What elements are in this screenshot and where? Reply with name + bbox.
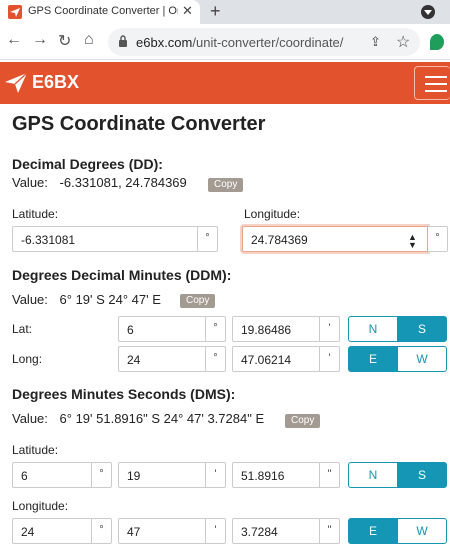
dms-lat-degree-addon: ° [92, 462, 112, 488]
browser-tabstrip: GPS Coordinate Converter | Onlin ✕ + [0, 0, 450, 24]
ddm-section-title: Degrees Decimal Minutes (DDM): [12, 267, 232, 283]
dd-latitude-label: Latitude: [12, 207, 59, 221]
new-tab-icon[interactable]: + [210, 1, 221, 22]
dms-lat-second-addon: " [320, 462, 340, 488]
ddm-long-minute-addon: ' [320, 346, 340, 372]
dd-value-label: Value: [12, 175, 48, 190]
menu-bar-icon [425, 90, 447, 92]
site-logo-text[interactable]: E6BX [32, 72, 79, 93]
ddm-long-minutes-input[interactable]: 47.06214 [232, 346, 320, 372]
ddm-long-degree-addon: ° [206, 346, 226, 372]
site-favicon-icon [8, 5, 22, 19]
dms-lon-degree-addon: ° [92, 518, 112, 544]
ddm-lat-degree-addon: ° [206, 316, 226, 342]
dms-west-toggle[interactable]: W [397, 518, 447, 544]
browser-toolbar: ← → ↻ ⌂ e6bx.com/unit-converter/coordina… [0, 24, 450, 60]
share-icon[interactable]: ⇪ [370, 34, 381, 50]
site-header: E6BX [0, 62, 450, 104]
dd-copy-button[interactable]: Copy [208, 178, 244, 192]
ddm-long-degrees-input[interactable]: 24 [118, 346, 206, 372]
page-title: GPS Coordinate Converter [12, 113, 266, 135]
home-icon[interactable]: ⌂ [84, 31, 94, 49]
dms-lon-second-addon: " [320, 518, 340, 544]
lock-icon [119, 35, 127, 47]
dms-lat-minutes-input[interactable]: 19 [118, 462, 206, 488]
dms-lat-minute-addon: ' [206, 462, 226, 488]
dd-longitude-degree-addon: ° [428, 226, 448, 252]
url-text: e6bx.com/unit-converter/coordinate/ [136, 35, 344, 50]
dms-value-row: Value: 6° 19' 51.8916" S 24° 47' 3.7284"… [12, 411, 264, 426]
dd-value: -6.331081, 24.784369 [59, 175, 187, 190]
ddm-south-toggle[interactable]: S [397, 316, 447, 342]
dms-value-label: Value: [12, 411, 48, 426]
tab-close-icon[interactable]: ✕ [182, 3, 193, 19]
dms-lon-seconds-input[interactable]: 3.7284 [232, 518, 320, 544]
forward-icon[interactable]: → [32, 31, 48, 49]
dms-lon-minutes-input[interactable]: 47 [118, 518, 206, 544]
dms-copy-button[interactable]: Copy [285, 414, 321, 428]
dms-north-toggle[interactable]: N [348, 462, 398, 488]
ddm-lat-label: Lat: [12, 322, 33, 336]
browser-tab[interactable]: GPS Coordinate Converter | Onlin ✕ [0, 0, 200, 24]
dms-lat-degrees-input[interactable]: 6 [12, 462, 92, 488]
ddm-lat-minutes-input[interactable]: 19.86486 [232, 316, 320, 342]
number-spinner-icon[interactable]: ▲ ▼ [408, 233, 417, 250]
dms-lat-seconds-input[interactable]: 51.8916 [232, 462, 320, 488]
dms-south-toggle[interactable]: S [397, 462, 447, 488]
tab-title: GPS Coordinate Converter | Onlin [28, 5, 178, 17]
menu-bar-icon [425, 83, 447, 85]
dd-latitude-input[interactable]: -6.331081 [12, 226, 198, 252]
ddm-west-toggle[interactable]: W [397, 346, 447, 372]
dd-longitude-input[interactable]: 24.784369 [242, 226, 428, 252]
dms-section-title: Degrees Minutes Seconds (DMS): [12, 386, 236, 402]
dms-lon-minute-addon: ' [206, 518, 226, 544]
dd-section-title: Decimal Degrees (DD): [12, 156, 163, 172]
reload-icon[interactable]: ↻ [58, 31, 71, 51]
ddm-long-label: Long: [12, 352, 43, 366]
dd-value-row: Value: -6.331081, 24.784369 [12, 175, 187, 190]
dms-lon-degrees-input[interactable]: 24 [12, 518, 92, 544]
ddm-east-toggle[interactable]: E [348, 346, 398, 372]
dms-value: 6° 19' 51.8916" S 24° 47' 3.7284" E [59, 411, 265, 426]
dms-longitude-label: Longitude: [12, 499, 69, 513]
ddm-copy-button[interactable]: Copy [180, 294, 216, 308]
ddm-north-toggle[interactable]: N [348, 316, 398, 342]
back-icon[interactable]: ← [6, 31, 22, 49]
dd-longitude-label: Longitude: [244, 207, 301, 221]
dd-latitude-degree-addon: ° [198, 226, 218, 252]
extension-icon[interactable] [430, 34, 444, 50]
paper-plane-logo-icon [5, 72, 28, 93]
menu-bar-icon [425, 76, 447, 78]
address-bar[interactable]: e6bx.com/unit-converter/coordinate/ ⇪ ☆ [108, 28, 420, 56]
ddm-value: 6° 19' S 24° 47' E [59, 292, 161, 307]
ddm-value-label: Value: [12, 292, 48, 307]
bookmark-star-icon[interactable]: ☆ [396, 32, 410, 52]
ddm-lat-degrees-input[interactable]: 6 [118, 316, 206, 342]
hamburger-menu-button[interactable] [414, 66, 450, 100]
tab-search-icon[interactable] [421, 5, 435, 19]
ddm-value-row: Value: 6° 19' S 24° 47' E [12, 292, 161, 307]
dms-latitude-label: Latitude: [12, 443, 59, 457]
dms-east-toggle[interactable]: E [348, 518, 398, 544]
ddm-lat-minute-addon: ' [320, 316, 340, 342]
